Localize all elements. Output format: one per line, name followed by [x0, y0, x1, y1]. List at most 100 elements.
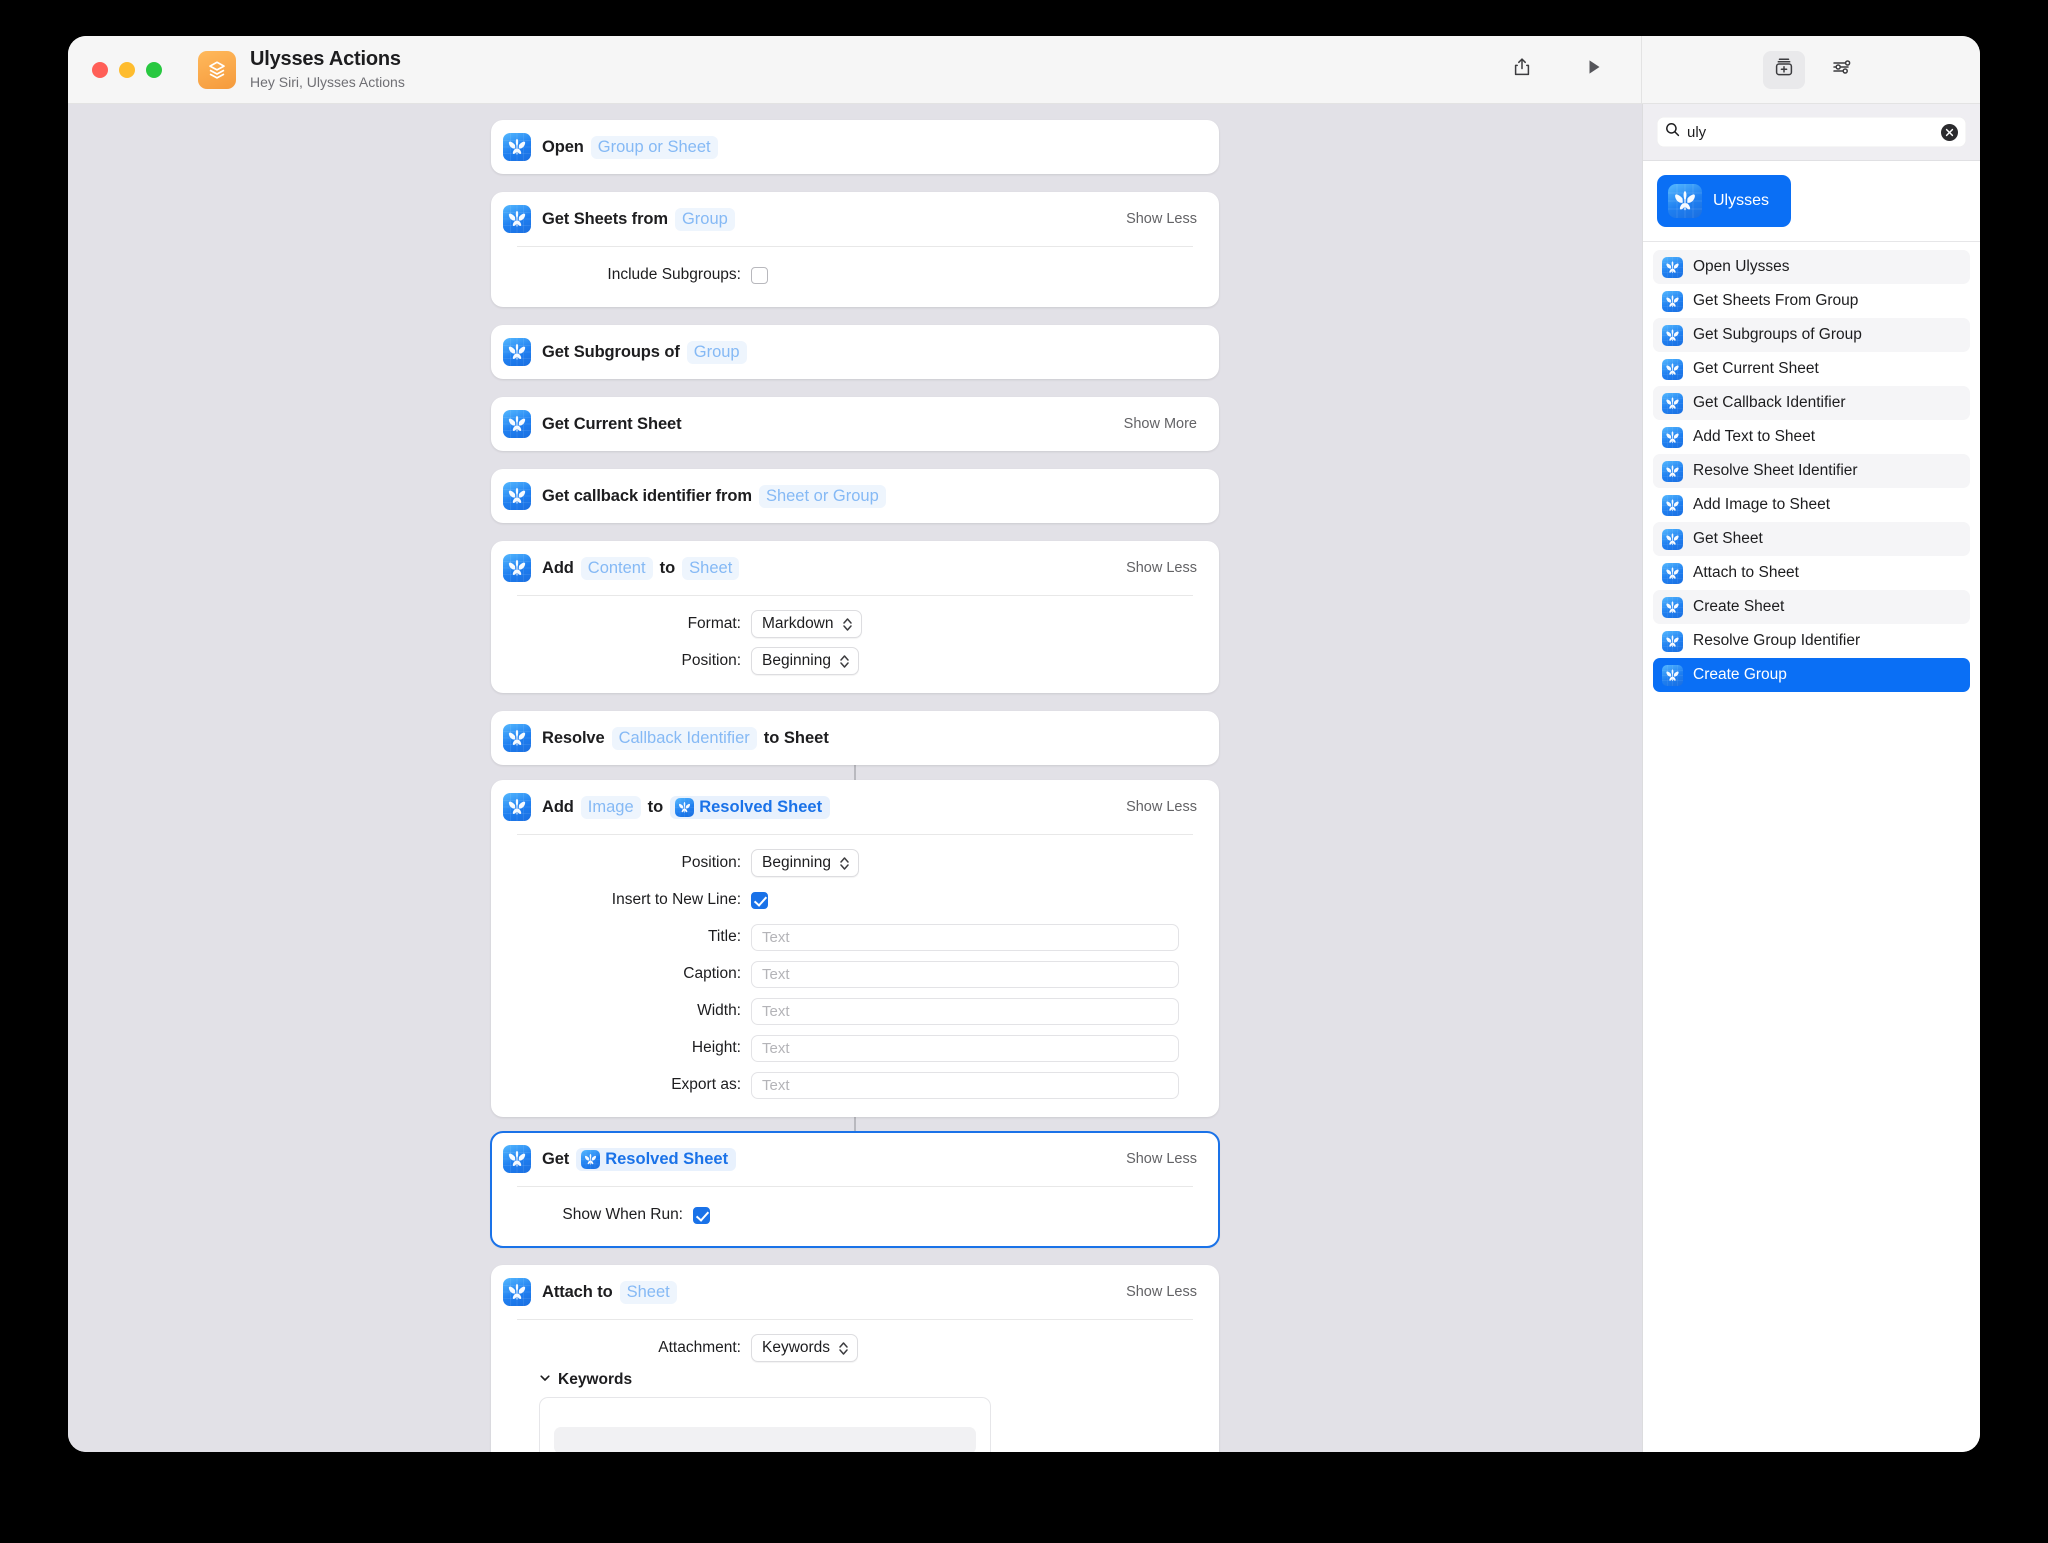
action-card-get-subgroups-of-group[interactable]: Get Subgroups of Group [491, 325, 1219, 379]
close-button[interactable] [92, 61, 108, 78]
library-action-row[interactable]: Create Sheet [1653, 590, 1970, 624]
clear-search-button[interactable] [1941, 123, 1958, 141]
parameter-row: Title: Text [517, 923, 1193, 951]
action-variable-token[interactable]: Resolved Sheet [576, 1147, 737, 1171]
parameter-row: Height: Text [517, 1034, 1193, 1062]
ulysses-icon [1662, 426, 1683, 448]
library-action-row[interactable]: Get Sheets From Group [1653, 284, 1970, 318]
action-card-body: Show When Run: [491, 1187, 1219, 1247]
action-parameter-token[interactable]: Group [674, 207, 735, 231]
text-input[interactable]: Text [751, 997, 1179, 1025]
action-card-get-sheets-from-group[interactable]: Get Sheets from Group Show Less Include Sub… [491, 192, 1219, 307]
show-more-less-toggle[interactable]: Show More [1124, 416, 1197, 432]
library-action-row[interactable]: Add Image to Sheet [1653, 488, 1970, 522]
action-verb: Add [542, 797, 574, 816]
action-card-header[interactable]: Get Sheets from Group Show Less [491, 192, 1219, 246]
show-more-less-toggle[interactable]: Show Less [1126, 1151, 1197, 1167]
dropdown[interactable]: Keywords [751, 1334, 859, 1362]
action-parameter-token[interactable]: Group or Sheet [590, 135, 718, 159]
library-action-row[interactable]: Add Text to Sheet [1653, 420, 1970, 454]
share-button[interactable] [1501, 51, 1543, 89]
action-parameter-token[interactable]: Sheet [619, 1280, 677, 1304]
library-action-row[interactable]: Create Group [1653, 658, 1970, 692]
action-card-header[interactable]: Open Group or Sheet [491, 120, 1219, 174]
library-action-row[interactable]: Get Current Sheet [1653, 352, 1970, 386]
action-card-header[interactable]: Get Current Sheet Show More [491, 397, 1219, 451]
library-action-row[interactable]: Get Sheet [1653, 522, 1970, 556]
action-parameter-token[interactable]: Group [686, 340, 747, 364]
action-card-header[interactable]: Get Resolved Sheet Show Less [491, 1132, 1219, 1186]
action-parameter-token[interactable]: Content [580, 556, 653, 580]
action-card-body: Position: Beginning Insert to New Line: Tit… [491, 835, 1219, 1117]
action-card-header[interactable]: Attach to Sheet Show Less [491, 1265, 1219, 1319]
library-action-row[interactable]: Get Callback Identifier [1653, 386, 1970, 420]
action-card-attach-to-sheet[interactable]: Attach to Sheet Show Less Attachment: Keywor… [491, 1265, 1219, 1452]
parameter-label: Format: [687, 615, 741, 632]
parameter-label: Include Subgroups: [607, 266, 741, 283]
parameter-label: Show When Run: [562, 1206, 683, 1223]
dropdown[interactable]: Beginning [751, 849, 859, 877]
search-field[interactable]: uly [1657, 117, 1966, 147]
action-library-panel: uly Ulysses Open Ulysses Get Sheets From … [1642, 104, 1980, 1452]
action-card-resolve-callback-identifier[interactable]: Resolve Callback Identifier to Sheet [491, 711, 1219, 765]
chevron-down-icon [539, 1371, 551, 1389]
maximize-button[interactable] [146, 61, 162, 78]
workflow-canvas[interactable]: Open Group or Sheet Get Sheets from Group Sh… [68, 104, 1642, 1452]
action-parameter-token[interactable]: Image [580, 795, 641, 819]
action-card-header[interactable]: Get Subgroups of Group [491, 325, 1219, 379]
checkbox[interactable] [751, 891, 768, 909]
action-card-get-current-sheet[interactable]: Get Current Sheet Show More [491, 397, 1219, 451]
text-input[interactable]: Text [751, 923, 1179, 951]
dropdown[interactable]: Beginning [751, 647, 859, 675]
action-parameter-token[interactable]: Sheet [682, 556, 740, 580]
app-chip-ulysses[interactable]: Ulysses [1657, 175, 1792, 227]
ulysses-icon [1662, 664, 1683, 686]
details-button[interactable] [1821, 51, 1863, 89]
library-action-row[interactable]: Attach to Sheet [1653, 556, 1970, 590]
add-action-icon [1772, 55, 1796, 84]
dropdown[interactable]: Markdown [751, 610, 862, 638]
app-results: Ulysses [1643, 161, 1980, 242]
action-card-header[interactable]: Get callback identifier from Sheet or Gro… [491, 469, 1219, 523]
action-card-get-resolved-sheet[interactable]: Get Resolved Sheet Show Less Show When Run: [490, 1131, 1220, 1248]
text-input[interactable]: Text [751, 1034, 1179, 1062]
parameter-label: Width: [697, 1002, 741, 1019]
text-input[interactable]: Text [751, 960, 1179, 988]
show-more-less-toggle[interactable]: Show Less [1126, 211, 1197, 227]
checkbox[interactable] [693, 1206, 710, 1224]
checkbox[interactable] [751, 266, 768, 284]
action-card-header[interactable]: Resolve Callback Identifier to Sheet [491, 711, 1219, 765]
action-parameter-token[interactable]: Callback Identifier [611, 726, 757, 750]
library-action-row[interactable]: Open Ulysses [1653, 250, 1970, 284]
action-results-list[interactable]: Open Ulysses Get Sheets From Group Get Sub… [1643, 242, 1980, 1452]
run-button[interactable] [1573, 51, 1615, 89]
keywords-box[interactable] [539, 1397, 991, 1452]
action-card-add-image-to-resolved-sheet[interactable]: Add Image to Resolved Sheet Show Less Positio… [491, 780, 1219, 1117]
action-variable-token[interactable]: Resolved Sheet [670, 795, 831, 819]
ulysses-icon [503, 410, 531, 438]
library-action-row[interactable]: Resolve Sheet Identifier [1653, 454, 1970, 488]
action-card-get-callback-identifier[interactable]: Get callback identifier from Sheet or Gro… [491, 469, 1219, 523]
parameter-row: Width: Text [517, 997, 1193, 1025]
show-more-less-toggle[interactable]: Show Less [1126, 799, 1197, 815]
show-more-less-toggle[interactable]: Show Less [1126, 1284, 1197, 1300]
action-card-header[interactable]: Add Content to Sheet Show Less [491, 541, 1219, 595]
show-more-less-toggle[interactable]: Show Less [1126, 560, 1197, 576]
action-library-button[interactable] [1763, 50, 1805, 89]
text-input[interactable]: Text [751, 1071, 1179, 1099]
parameter-row: Include Subgroups: [517, 261, 1193, 289]
action-card-add-content-to-sheet[interactable]: Add Content to Sheet Show Less Format: Markdow… [491, 541, 1219, 693]
action-parameter-token[interactable]: Sheet or Group [758, 484, 886, 508]
action-card-open[interactable]: Open Group or Sheet [491, 120, 1219, 174]
chevron-updown-icon [839, 653, 850, 670]
action-card-header[interactable]: Add Image to Resolved Sheet Show Less [491, 780, 1219, 834]
minimize-button[interactable] [119, 61, 135, 78]
library-action-row[interactable]: Resolve Group Identifier [1653, 624, 1970, 658]
parameter-label: Insert to New Line: [611, 891, 741, 908]
library-action-label: Get Subgroups of Group [1693, 326, 1862, 343]
titlebar: Ulysses Actions Hey Siri, Ulysses Action… [68, 36, 1980, 104]
library-action-row[interactable]: Get Subgroups of Group [1653, 318, 1970, 352]
keywords-disclosure[interactable]: Keywords [539, 1371, 1193, 1389]
keyword-input-row[interactable] [554, 1427, 976, 1452]
search-input[interactable]: uly [1687, 124, 1934, 141]
